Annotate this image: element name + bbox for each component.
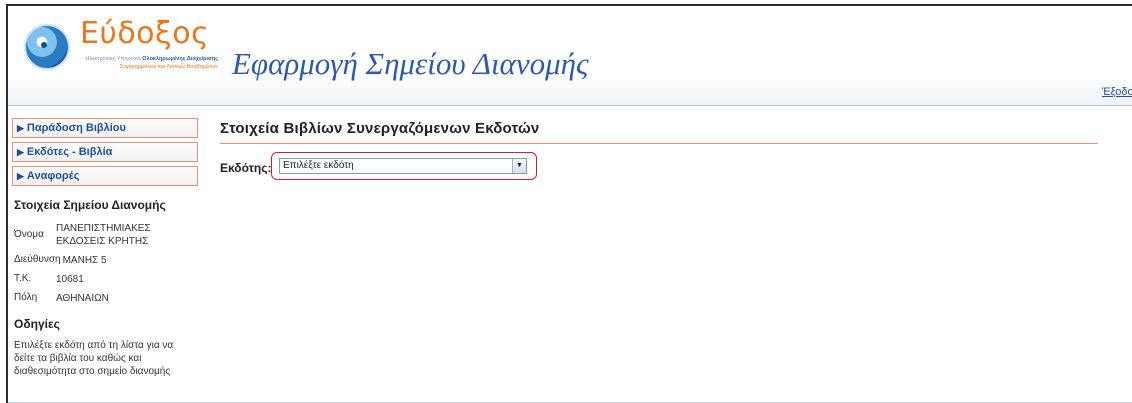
app-title: Εφαρμογή Σημείου Διανομής bbox=[232, 46, 589, 81]
info-row-postcode: Τ.Κ. 10681 bbox=[12, 273, 198, 286]
publisher-select-value: Επιλέξτε εκδότη bbox=[283, 160, 354, 171]
exit-link[interactable]: Έξοδος bbox=[1102, 86, 1132, 98]
info-row-address: Διεύθυνση ΜΑΝΗΣ 5 bbox=[12, 254, 198, 267]
page-title: Στοιχεία Βιβλίων Συνεργαζόμενων Εκδοτών bbox=[220, 120, 1098, 144]
info-label-name: Όνομα bbox=[14, 229, 44, 240]
info-value-address: ΜΑΝΗΣ 5 bbox=[62, 255, 107, 266]
menu-item-book-delivery[interactable]: ▶ Παράδοση Βιβλίου bbox=[12, 118, 198, 138]
info-label-address: Διεύθυνση bbox=[14, 254, 61, 265]
app-frame: Εύδοξος Ηλεκτρονική Υπηρεσία Ολοκληρωμέν… bbox=[6, 4, 1132, 403]
logo-globe-icon bbox=[24, 24, 70, 70]
info-label-postcode: Τ.Κ. bbox=[14, 273, 32, 284]
logo-dot-icon bbox=[41, 42, 47, 48]
publisher-select[interactable]: Επιλέξτε εκδότη ▼ bbox=[279, 158, 527, 174]
arrow-right-icon: ▶ bbox=[17, 171, 24, 181]
publisher-label: Εκδότης: bbox=[220, 161, 272, 175]
info-row-city: Πόλη ΑΘΗΝΑΙΩΝ bbox=[12, 292, 198, 305]
publisher-filter: Εκδότης: Επιλέξτε εκδότη ▼ bbox=[220, 152, 1132, 180]
logo-subtitle-line1: Ηλεκτρονική Υπηρεσία Ολοκληρωμένης Διαχε… bbox=[85, 56, 218, 62]
point-info-heading: Στοιχεία Σημείου Διανομής bbox=[14, 198, 166, 212]
chevron-down-icon[interactable]: ▼ bbox=[512, 159, 526, 173]
instructions-heading: Οδηγίες bbox=[14, 317, 60, 331]
info-value-city: ΑΘΗΝΑΙΩΝ bbox=[56, 293, 109, 304]
logo-subtitle-line2: Συγγραμμάτων και Λοιπών Βοηθημάτων bbox=[119, 64, 218, 70]
header: Εύδοξος Ηλεκτρονική Υπηρεσία Ολοκληρωμέν… bbox=[8, 6, 1132, 106]
logo-word: Εύδοξος bbox=[80, 16, 210, 51]
info-value-name: ΠΑΝΕΠΙΣΤΗΜΙΑΚΕΣ ΕΚΔΟΣΕΙΣ ΚΡΗΤΗΣ bbox=[56, 223, 151, 247]
menu-item-label: Εκδότες - Βιβλία bbox=[26, 146, 113, 158]
arrow-right-icon: ▶ bbox=[17, 123, 24, 133]
info-row-name: Όνομα ΠΑΝΕΠΙΣΤΗΜΙΑΚΕΣ ΕΚΔΟΣΕΙΣ ΚΡΗΤΗΣ bbox=[12, 222, 198, 248]
main-content: Στοιχεία Βιβλίων Συνεργαζόμενων Εκδοτών … bbox=[220, 120, 1132, 180]
menu-item-label: Αναφορές bbox=[26, 170, 80, 182]
sidebar: ▶ Παράδοση Βιβλίου ▶ Εκδότες - Βιβλία ▶ Ανα… bbox=[12, 118, 198, 378]
menu-item-publishers-books[interactable]: ▶ Εκδότες - Βιβλία bbox=[12, 142, 198, 162]
eudoxus-logo[interactable]: Εύδοξος Ηλεκτρονική Υπηρεσία Ολοκληρωμέν… bbox=[24, 14, 218, 84]
arrow-right-icon: ▶ bbox=[17, 147, 24, 157]
menu-item-label: Παράδοση Βιβλίου bbox=[26, 122, 126, 134]
instructions-text: Επιλέξτε εκδότη από τη λίστα για να δείτ… bbox=[14, 340, 174, 377]
info-label-city: Πόλη bbox=[14, 292, 38, 303]
info-value-postcode: 10681 bbox=[56, 274, 84, 285]
menu-item-reports[interactable]: ▶ Αναφορές bbox=[12, 166, 198, 186]
